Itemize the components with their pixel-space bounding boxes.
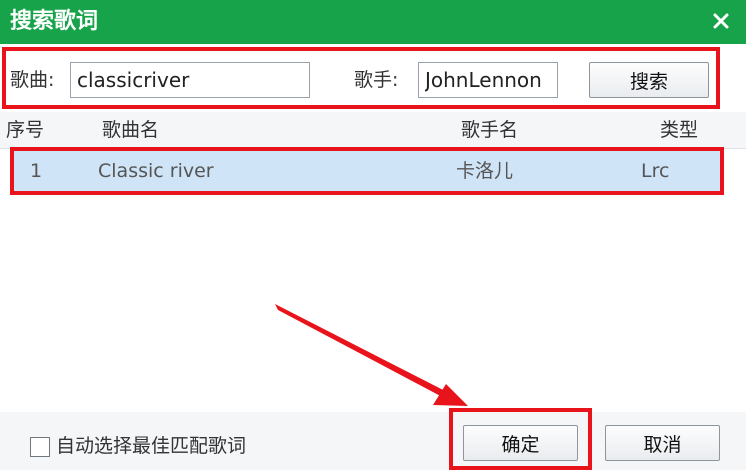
column-header-index: 序号 [6,119,45,141]
artist-label: 歌手: [354,69,399,91]
dialog-title: 搜索歌词 [10,9,99,34]
song-label: 歌曲: [10,69,55,91]
auto-select-checkbox[interactable] [30,437,50,457]
arrow-head [433,384,468,406]
arrow-shaft [275,304,451,400]
cancel-button[interactable]: 取消 [605,425,720,461]
artist-input[interactable] [418,62,558,98]
column-header-type: 类型 [660,119,699,141]
close-button[interactable] [706,4,736,38]
row-artist: 卡洛儿 [456,160,514,182]
row-song: Classic river [98,160,214,182]
search-button[interactable]: 搜索 [589,62,709,98]
row-index: 1 [30,160,43,182]
table-header: 序号 歌曲名 歌手名 类型 [0,112,746,149]
column-header-artist: 歌手名 [461,119,519,141]
column-header-song: 歌曲名 [102,119,160,141]
ok-button[interactable]: 确定 [463,425,578,461]
search-lyrics-dialog: 搜索歌词 歌曲: 歌手: 搜索 序号 歌曲名 歌手名 类型 1 Classic … [0,0,746,470]
row-type: Lrc [641,160,670,182]
title-bar: 搜索歌词 [0,0,746,44]
song-input[interactable] [70,62,310,98]
table-row[interactable]: 1 Classic river 卡洛儿 Lrc [14,151,720,191]
auto-select-label[interactable]: 自动选择最佳匹配歌词 [56,434,246,458]
close-icon [713,13,729,29]
